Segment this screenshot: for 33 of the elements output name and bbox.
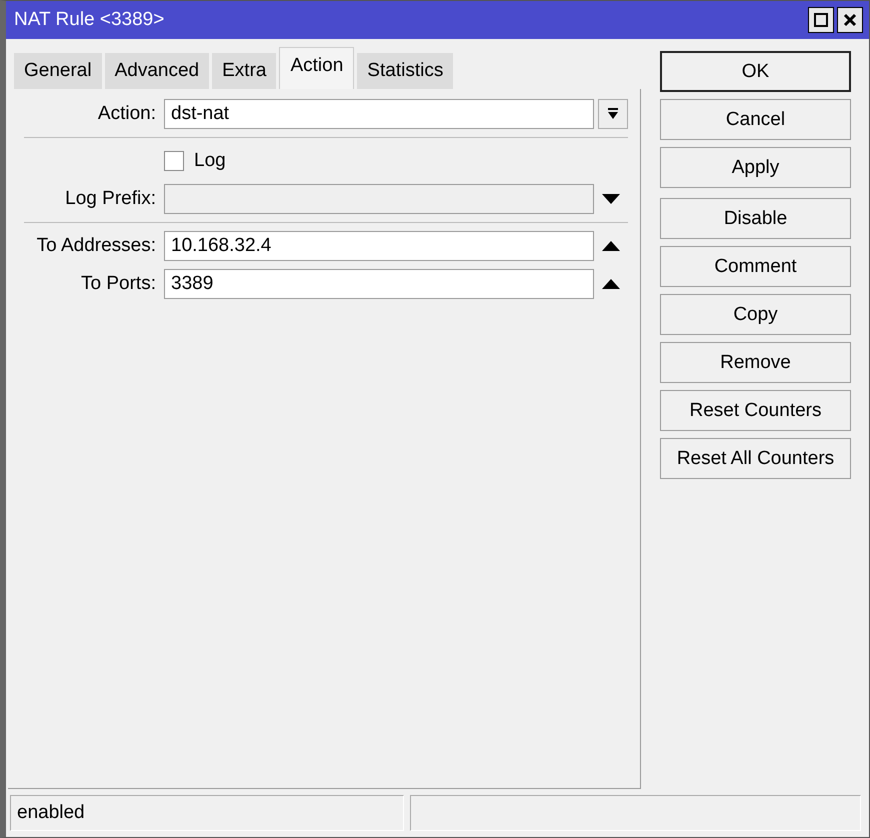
dropdown-icon <box>606 107 620 121</box>
collapse-arrow-icon[interactable] <box>602 278 620 290</box>
maximize-icon <box>813 12 829 28</box>
dialog-button[interactable]: OK <box>660 51 851 92</box>
checkbox-label: Log <box>194 150 226 172</box>
dialog-button[interactable]: Reset All Counters <box>660 438 851 479</box>
field-label: To Ports: <box>80 273 157 295</box>
input-field[interactable]: 10.168.32.4 <box>164 231 594 261</box>
tab[interactable]: Statistics <box>357 53 454 89</box>
tab[interactable]: Advanced <box>104 53 210 89</box>
input-field[interactable]: 3389 <box>164 269 594 299</box>
field-label: Action: <box>96 103 157 125</box>
dialog-button[interactable]: Reset Counters <box>660 390 851 431</box>
dropdown-button[interactable] <box>598 99 628 129</box>
close-button[interactable] <box>837 7 863 33</box>
collapse-arrow-icon[interactable] <box>602 240 620 252</box>
status-text: enabled <box>10 795 404 831</box>
tab[interactable]: General <box>14 53 102 89</box>
tab[interactable]: Extra <box>212 53 276 89</box>
dialog-button[interactable]: Comment <box>660 246 851 287</box>
window-title: NAT Rule <3389> <box>14 9 164 31</box>
dialog-button[interactable]: Copy <box>660 294 851 335</box>
dropdown-field[interactable]: dst-nat <box>164 99 594 129</box>
checkbox[interactable] <box>164 151 184 171</box>
maximize-button[interactable] <box>808 7 834 33</box>
dialog-button[interactable]: Cancel <box>660 99 851 140</box>
field-label: Log Prefix: <box>64 188 157 210</box>
dialog-button[interactable]: Remove <box>660 342 851 383</box>
field-label: To Addresses: <box>36 235 157 257</box>
tab[interactable]: Action <box>279 47 354 89</box>
close-icon <box>842 12 858 28</box>
dialog-button[interactable]: Disable <box>660 198 851 239</box>
dialog-button[interactable]: Apply <box>660 147 851 188</box>
